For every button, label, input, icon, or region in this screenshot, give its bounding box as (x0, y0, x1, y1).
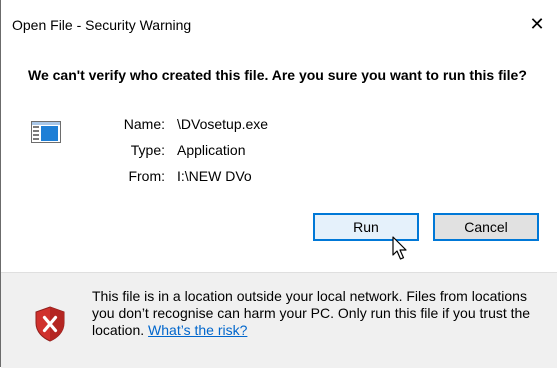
window-title: Open File - Security Warning (12, 17, 192, 33)
title-bar[interactable]: Open File - Security Warning ✕ (1, 0, 557, 44)
file-type-row: Type: Application (0, 142, 557, 162)
name-value: \DVosetup.exe (177, 116, 269, 132)
close-icon: ✕ (529, 13, 545, 34)
name-label: Name: (123, 116, 165, 132)
file-from-row: From: I:\NEW DVo (0, 168, 557, 188)
mouse-pointer-icon (392, 236, 407, 260)
warning-message: This file is in a location outside your … (92, 288, 552, 339)
whats-the-risk-link[interactable]: What’s the risk? (148, 322, 247, 338)
cancel-button[interactable]: Cancel (433, 213, 539, 241)
from-label: From: (128, 168, 165, 184)
type-label: Type: (130, 142, 165, 158)
from-value: I:\NEW DVo (177, 168, 252, 184)
type-value: Application (177, 142, 246, 158)
security-warning-dialog: Open File - Security Warning ✕ We can't … (0, 0, 557, 368)
warning-headline: We can't verify who created this file. A… (28, 67, 527, 83)
security-shield-x-icon (35, 306, 65, 342)
close-button[interactable]: ✕ (517, 6, 557, 42)
file-name-row: Name: \DVosetup.exe (0, 116, 557, 136)
